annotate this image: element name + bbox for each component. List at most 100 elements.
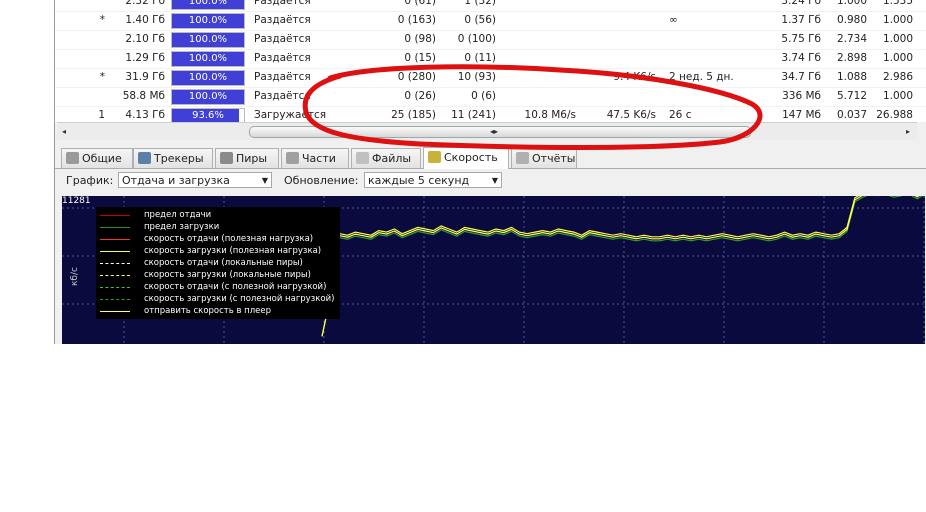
cell-seeds: 0 (280) — [397, 71, 436, 83]
tab-info[interactable]: Общие — [61, 148, 133, 168]
legend-label: предел отдачи — [144, 210, 212, 220]
progress-label: 100.0% — [188, 72, 228, 83]
legend-label: скорость отдачи (локальные пиры) — [144, 258, 303, 268]
tab-files[interactable]: Файлы — [351, 148, 421, 168]
tab-label: Части — [302, 152, 336, 165]
cell-peers: 0 (11) — [464, 52, 496, 64]
legend-label: скорость отдачи (полезная нагрузка) — [144, 234, 314, 244]
scroll-thumb[interactable]: ◂▸ — [249, 126, 751, 138]
cell-queue — [55, 30, 105, 49]
update-interval-select[interactable]: каждые 5 секунд ▼ — [364, 172, 502, 188]
cell-seeds: 0 (163) — [397, 14, 436, 26]
table-row[interactable]: * 1.40 Гб Раздаётся 0 (163) 0 (56) ∞ 1.37 Гб 0.… — [55, 11, 926, 31]
progress-bar: 100.0% — [171, 32, 245, 48]
speed-icon — [428, 151, 441, 163]
table-row[interactable]: 2.10 Гб Раздаётся 0 (98) 0 (100) 5.75 Гб 2.73… — [55, 30, 926, 50]
tab-label: Скорость — [444, 151, 498, 164]
table-row[interactable]: * 31.9 Гб Раздаётся 0 (280) 10 (93) 9.4 K6/s 2… — [55, 68, 926, 88]
progress-label: 100.0% — [188, 91, 228, 102]
cell-size: 31.9 Гб — [125, 71, 165, 83]
chevron-down-icon: ▼ — [491, 176, 498, 185]
y-axis-unit-label: кб/с — [70, 267, 80, 286]
legend-item: скорость загрузки (полезная нагрузка) — [96, 245, 340, 257]
cell-queue: * — [99, 14, 105, 26]
scroll-right-arrow-icon[interactable]: ▸ — [901, 123, 915, 140]
scroll-left-arrow-icon[interactable]: ◂ — [57, 123, 71, 140]
legend-swatch — [100, 299, 130, 300]
tab-pieces[interactable]: Части — [281, 148, 349, 168]
cell-queue — [55, 87, 105, 106]
pieces-icon — [286, 152, 299, 164]
legend-swatch — [100, 239, 130, 240]
graph-type-value: Отдача и загрузка — [122, 174, 230, 187]
cell-ratio: 1.000 — [836, 0, 867, 7]
update-interval-value: каждые 5 секунд — [368, 174, 470, 187]
cell-up — [586, 11, 656, 30]
cell-ratio: 5.712 — [836, 90, 867, 102]
progress-bar: 100.0% — [171, 89, 245, 105]
tab-trackers[interactable]: Трекеры — [133, 148, 213, 168]
cell-seeds: 0 (61) — [404, 0, 436, 7]
cell-peers: 1 (32) — [464, 0, 496, 7]
cell-down — [506, 30, 576, 49]
legend-item: скорость загрузки (локальные пиры) — [96, 269, 340, 281]
speed-graph: 11281 кб/с предел отдачи предел загрузки с… — [62, 196, 925, 344]
cell-down — [506, 87, 576, 106]
cell-avail: 1.535 — [882, 0, 913, 7]
tab-label: Отчёты — [532, 152, 576, 165]
graph-type-label: График: — [66, 174, 114, 187]
table-row[interactable]: 1.29 Гб Раздаётся 0 (15) 0 (11) 3.74 Гб 2.898… — [55, 49, 926, 69]
cell-avail: 1.000 — [882, 14, 913, 26]
graph-legend: предел отдачи предел загрузки скорость отд… — [96, 207, 340, 319]
progress-label: 100.0% — [188, 34, 228, 45]
progress-label: 100.0% — [188, 15, 228, 26]
legend-label: скорость загрузки (полезная нагрузка) — [144, 246, 322, 256]
info-icon — [66, 152, 79, 164]
legend-item: отправить скорость в плеер — [96, 305, 340, 317]
legend-label: скорость отдачи (с полезной нагрузкой) — [144, 282, 327, 292]
cell-size: 1.40 Гб — [125, 14, 165, 26]
cell-seeds: 0 (98) — [404, 33, 436, 45]
legend-label: отправить скорость в плеер — [144, 306, 272, 316]
tab-label: Трекеры — [154, 152, 204, 165]
cell-seeds: 0 (15) — [404, 52, 436, 64]
legend-item: предел загрузки — [96, 221, 340, 233]
cell-up — [586, 87, 656, 106]
legend-item: скорость отдачи (с полезной нагрузкой) — [96, 281, 340, 293]
torrent-table: 2.32 Гб Раздаётся 0 (61) 1 (32) 3.24 Гб 1.000… — [55, 0, 926, 126]
cell-size: 58.8 Мб — [122, 90, 165, 102]
cell-status: Раздаётся — [254, 52, 311, 64]
cell-uploaded: 1.37 Гб — [781, 14, 821, 26]
tab-logs[interactable]: Отчёты — [511, 148, 577, 168]
cell-down — [506, 0, 576, 11]
cell-status: Раздаётся — [254, 33, 311, 45]
cell-ratio: 0.980 — [836, 14, 867, 26]
tab-peers[interactable]: Пиры — [215, 148, 279, 168]
y-axis-max-label: 11281 — [62, 196, 91, 206]
progress-bar: 100.0% — [171, 13, 245, 29]
table-row[interactable]: 58.8 Мб Раздаётся 0 (26) 0 (6) 336 Мб 5.712 1.… — [55, 87, 926, 107]
legend-label: предел загрузки — [144, 222, 220, 232]
cell-avail: 1.000 — [882, 52, 913, 64]
tab-label: Файлы — [372, 152, 412, 165]
legend-swatch — [100, 275, 130, 276]
legend-label: скорость загрузки (с полезной нагрузкой) — [144, 294, 335, 304]
cell-status: Раздаётся — [254, 14, 311, 26]
cell-eta — [669, 0, 779, 11]
cell-uploaded: 336 Мб — [782, 90, 821, 102]
cell-eta: ∞ — [669, 14, 678, 26]
tab-speed[interactable]: Скорость — [423, 147, 509, 169]
cell-up — [586, 0, 656, 11]
graph-options-bar: График: Отдача и загрузка ▼ Обновление: … — [55, 170, 926, 192]
cell-peers: 0 (100) — [457, 33, 496, 45]
cell-uploaded: 3.24 Гб — [781, 0, 821, 7]
progress-label: 100.0% — [188, 0, 228, 7]
cell-queue: * — [99, 71, 105, 83]
cell-peers: 0 (6) — [471, 90, 496, 102]
horizontal-scrollbar[interactable]: ◂ ◂▸ ▸ — [57, 122, 917, 140]
graph-type-select[interactable]: Отдача и загрузка ▼ — [118, 172, 272, 188]
logs-icon — [516, 152, 529, 164]
progress-label: 93.6% — [192, 110, 224, 121]
cell-status: Раздаётся — [254, 71, 311, 83]
cell-size: 1.29 Гб — [125, 52, 165, 64]
